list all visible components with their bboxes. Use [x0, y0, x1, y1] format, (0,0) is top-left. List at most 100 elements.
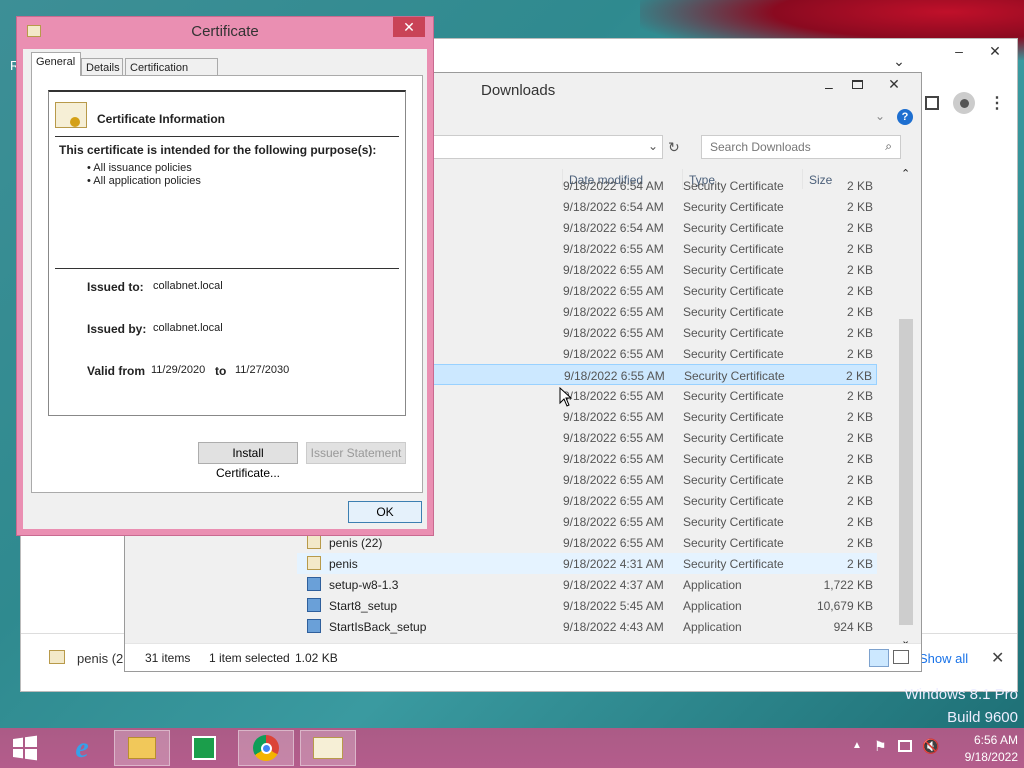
- maximize-button[interactable]: [945, 41, 973, 59]
- internet-explorer-icon: e: [75, 731, 89, 764]
- file-date: 9/18/2022 6:55 AM: [563, 347, 664, 361]
- windows-logo-icon: [13, 735, 37, 761]
- file-type: Security Certificate: [683, 515, 784, 529]
- certificate-info-heading: Certificate Information: [97, 112, 226, 126]
- show-hidden-icons-icon[interactable]: ▲: [852, 740, 862, 751]
- menu-icon[interactable]: ⋮: [989, 93, 1005, 113]
- file-date: 9/18/2022 6:55 AM: [563, 263, 664, 277]
- file-date: 9/18/2022 6:55 AM: [563, 242, 664, 256]
- issued-by-value: collabnet.local: [153, 322, 223, 334]
- file-size: 1,722 KB: [823, 578, 873, 592]
- table-row[interactable]: penis 9/18/2022 4:31 AM Security Certifica…: [297, 553, 877, 574]
- scroll-up-arrow[interactable]: ⌃: [901, 167, 910, 180]
- table-row[interactable]: StartIsBack_setup 9/18/2022 4:43 AM Applic…: [297, 616, 877, 637]
- file-type: Security Certificate: [683, 347, 784, 361]
- item-count: 31 items: [145, 651, 191, 665]
- tab-certification-path[interactable]: Certification Path: [125, 58, 218, 86]
- file-size: 2 KB: [846, 284, 873, 298]
- table-row[interactable]: Start8_setup 9/18/2022 5:45 AM Application…: [297, 595, 877, 616]
- issuer-statement-button: Issuer Statement: [306, 442, 406, 464]
- network-icon[interactable]: [898, 740, 912, 752]
- volume-muted-icon[interactable]: 🔇: [922, 738, 939, 755]
- file-size: 2 KB: [846, 389, 873, 403]
- certificate-icon: [313, 737, 343, 759]
- file-type: Security Certificate: [683, 473, 784, 487]
- start-button[interactable]: [0, 730, 50, 766]
- file-type: Security Certificate: [683, 221, 784, 235]
- tab-general[interactable]: General: [31, 52, 81, 76]
- file-date: 9/18/2022 6:55 AM: [564, 369, 665, 383]
- profile-avatar[interactable]: [953, 92, 975, 114]
- scrollbar-thumb[interactable]: [899, 319, 913, 625]
- details-view-icon[interactable]: [869, 649, 889, 667]
- clock-date[interactable]: 9/18/2022: [946, 750, 1018, 764]
- ok-button[interactable]: OK: [348, 501, 422, 523]
- status-bar: 31 items 1 item selected 1.02 KB: [125, 643, 921, 671]
- clock-time[interactable]: 6:56 AM: [946, 733, 1018, 747]
- file-date: 9/18/2022 6:54 AM: [563, 179, 664, 193]
- certificate-file-icon: [307, 535, 321, 549]
- vertical-scrollbar[interactable]: ⌃ ⌄: [899, 167, 913, 647]
- file-type: Security Certificate: [683, 557, 784, 571]
- install-certificate-button[interactable]: Install Certificate...: [198, 442, 298, 480]
- application-icon: [307, 619, 321, 633]
- divider: [55, 136, 399, 137]
- valid-to-label: to: [215, 364, 227, 378]
- application-icon: [307, 598, 321, 612]
- file-size: 2 KB: [846, 431, 873, 445]
- file-type: Security Certificate: [683, 536, 784, 550]
- show-all-link[interactable]: Show all: [919, 651, 968, 666]
- file-date: 9/18/2022 6:55 AM: [563, 515, 664, 529]
- file-name: StartIsBack_setup: [329, 620, 427, 634]
- action-center-flag-icon[interactable]: ⚑: [874, 738, 887, 755]
- certificate-taskbar-button[interactable]: [300, 730, 356, 766]
- file-type: Security Certificate: [683, 431, 784, 445]
- file-size: 2 KB: [846, 326, 873, 340]
- table-row[interactable]: 9/18/2022 6:55 AM Security Certificate 2 K…: [431, 364, 877, 385]
- file-date: 9/18/2022 6:55 AM: [563, 494, 664, 508]
- certificate-dialog: Certificate ✕ General Details Certificat…: [16, 16, 434, 536]
- selection-count: 1 item selected: [209, 651, 290, 665]
- table-row[interactable]: setup-w8-1.3 9/18/2022 4:37 AM Application…: [297, 574, 877, 595]
- large-icons-view-icon[interactable]: [893, 650, 909, 664]
- file-type: Security Certificate: [683, 305, 784, 319]
- seal-icon: [70, 117, 80, 127]
- file-date: 9/18/2022 6:55 AM: [563, 284, 664, 298]
- tab-details[interactable]: Details: [81, 58, 123, 76]
- internet-explorer-taskbar-button[interactable]: e: [54, 730, 110, 766]
- issued-to-label: Issued to:: [87, 280, 144, 294]
- file-explorer-taskbar-button[interactable]: [114, 730, 170, 766]
- file-date: 9/18/2022 6:55 AM: [563, 305, 664, 319]
- file-size: 2 KB: [846, 452, 873, 466]
- dialog-title: Certificate: [191, 23, 259, 40]
- download-item-name[interactable]: penis (2: [77, 651, 123, 666]
- valid-from-label: Valid from: [87, 364, 146, 378]
- purpose-item: • All application policies: [87, 175, 201, 187]
- folder-icon: [128, 737, 156, 759]
- close-button[interactable]: ✕: [981, 43, 1009, 61]
- chrome-icon-center: [260, 742, 272, 754]
- close-button[interactable]: ✕: [393, 17, 425, 37]
- file-size: 2 KB: [846, 410, 873, 424]
- file-date: 9/18/2022 6:55 AM: [563, 410, 664, 424]
- certificate-file-icon: [49, 650, 65, 664]
- valid-to-value: 11/27/2030: [235, 364, 290, 376]
- file-name: setup-w8-1.3: [329, 578, 399, 592]
- file-size: 2 KB: [846, 515, 873, 529]
- help-icon[interactable]: ?: [897, 109, 913, 125]
- file-size: 2 KB: [846, 242, 873, 256]
- purpose-item: • All issuance policies: [87, 162, 192, 174]
- file-date: 9/18/2022 4:31 AM: [563, 557, 664, 571]
- close-shelf-icon[interactable]: ✕: [991, 648, 1004, 668]
- chrome-taskbar-button[interactable]: [238, 730, 294, 766]
- general-tab-panel: Certificate Information This certificate…: [31, 75, 423, 493]
- certificate-file-icon: [307, 556, 321, 570]
- store-taskbar-button[interactable]: [176, 730, 232, 766]
- chevron-down-icon[interactable]: ⌄: [885, 53, 913, 71]
- file-size: 2 KB: [846, 473, 873, 487]
- mouse-cursor-icon: [559, 387, 573, 407]
- sidepanel-icon[interactable]: [925, 96, 939, 110]
- windows-edition-watermark: Windows 8.1 Pro: [904, 686, 1018, 703]
- file-date: 9/18/2022 4:37 AM: [563, 578, 664, 592]
- file-size: 2 KB: [845, 369, 872, 383]
